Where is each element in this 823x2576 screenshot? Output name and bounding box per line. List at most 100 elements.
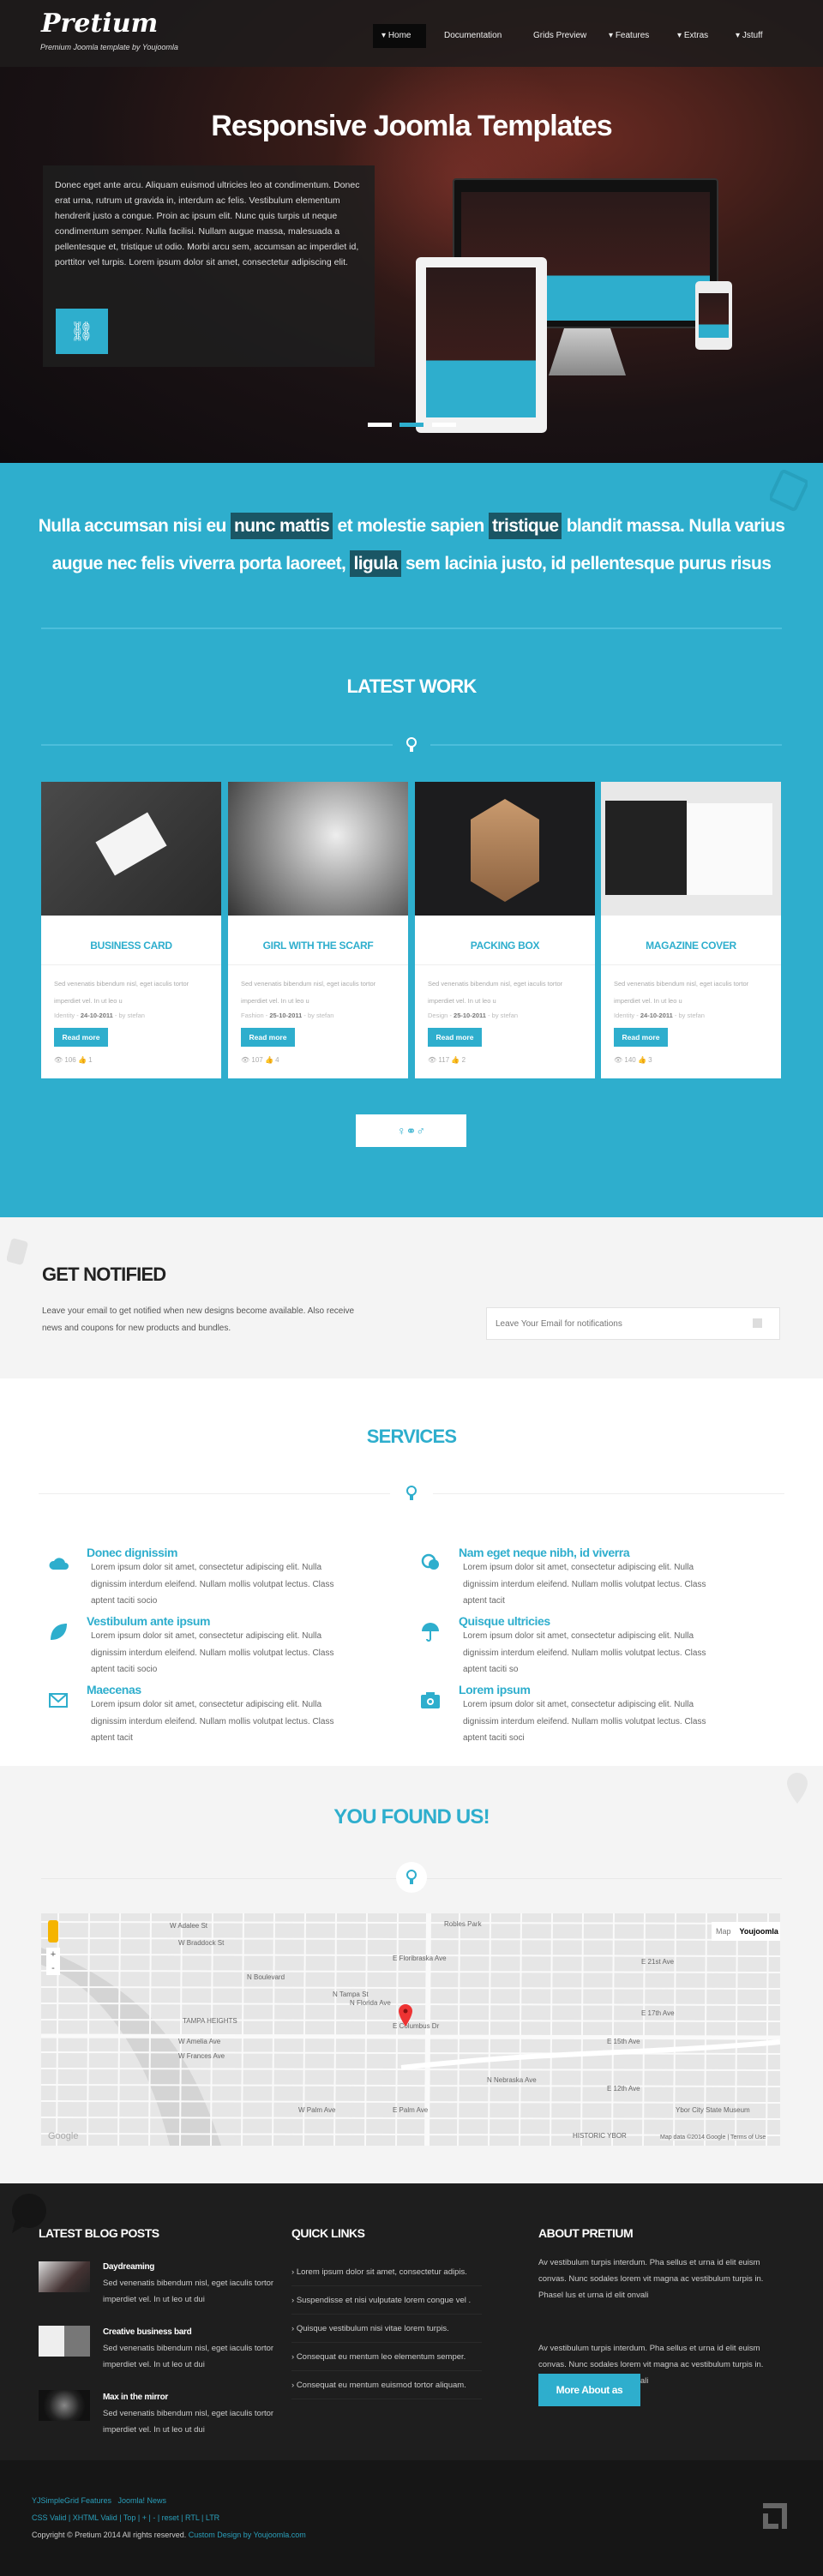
blog-post-title[interactable]: Daydreaming — [103, 2262, 154, 2272]
terms-link[interactable]: Terms of Use — [730, 2135, 766, 2141]
map-attribution: Map data ©2014 Google | Terms of Use — [660, 2135, 766, 2141]
street — [488, 1913, 491, 2146]
slide-dot-2-active[interactable] — [399, 423, 424, 427]
work-card: MAGAZINE COVER Sed venenatis bibendum ni… — [601, 782, 781, 1078]
work-meta: Identity - 24-10-2011 - by stefan — [54, 1012, 145, 1019]
category[interactable]: Identity — [614, 1012, 634, 1019]
blog-post-title[interactable]: Max in the mirror — [103, 2393, 168, 2402]
street — [87, 1913, 90, 2146]
site-header: Pretium Premium Joomla template by Youjo… — [0, 0, 823, 67]
credit-link[interactable]: Custom Design by Youjoomla.com — [189, 2531, 306, 2539]
quick-link-label: Consequat eu mentum euismod tortor aliqu… — [296, 2381, 466, 2390]
blog-thumbnail[interactable] — [39, 2261, 90, 2292]
quick-link[interactable]: › Lorem ipsum dolor sit amet, consectetu… — [291, 2258, 482, 2286]
nav-extras[interactable]: ▾ Extras — [669, 24, 717, 48]
hero-title: Responsive Joomla Templates — [211, 110, 612, 142]
work-meta: Design - 25-10-2011 - by stefan — [428, 1012, 519, 1019]
blog-post-title[interactable]: Creative business bard — [103, 2327, 192, 2337]
map-type-map[interactable]: Map — [712, 1922, 736, 1941]
category[interactable]: Identity — [54, 1012, 75, 1019]
bottom-links[interactable]: YJSimpleGrid Features Joomla! News — [32, 2496, 166, 2505]
work-title[interactable]: BUSINESS CARD — [41, 940, 221, 952]
street — [766, 1913, 769, 2146]
quick-link[interactable]: › Consequat eu mentum euismod tortor ali… — [291, 2371, 482, 2399]
map-label: N Florida Ave — [350, 1999, 391, 2007]
work-image[interactable] — [228, 782, 408, 916]
read-more-button[interactable]: Read more — [54, 1028, 108, 1047]
street — [210, 1913, 213, 2146]
map-label: W Adalee St — [170, 1922, 208, 1930]
nav-label: Features — [615, 31, 650, 40]
nav-jstuff[interactable]: ▾ Jstuff — [727, 24, 772, 48]
nav-features[interactable]: ▾ Features — [600, 24, 658, 48]
intro-part: Nulla accumsan nisi eu — [38, 516, 231, 536]
quick-link[interactable]: › Quisque vestibulum nisi vitae lorem tu… — [291, 2315, 482, 2343]
logo[interactable]: Pretium — [41, 9, 158, 39]
work-title[interactable]: PACKING BOX — [415, 940, 595, 952]
hero-link-button[interactable]: ⛓ — [56, 309, 108, 354]
service-text: Lorem ipsum dolor sit amet, consectetur … — [463, 1700, 706, 1743]
street — [457, 1913, 460, 2146]
read-more-button[interactable]: Read more — [614, 1028, 668, 1047]
section-title: YOU FOUND US! — [333, 1805, 490, 1828]
hero-text: Donec eget ante arcu. Aliquam euismod ul… — [55, 180, 360, 267]
work-text: Sed venenatis bibendum nisl, eget iaculi… — [54, 980, 189, 1005]
pegman-icon[interactable] — [48, 1920, 58, 1943]
copyright-text: Copyright © Pretium 2014 All rights rese… — [32, 2531, 189, 2539]
author: by stefan — [118, 1012, 145, 1019]
service-text: Lorem ipsum dolor sit amet, consectetur … — [91, 1700, 334, 1743]
read-more-button[interactable]: Read more — [428, 1028, 482, 1047]
work-image[interactable] — [415, 782, 595, 916]
validation-links[interactable]: CSS Valid | XHTML Valid | Top | + | - | … — [32, 2513, 219, 2522]
about-text: Av vestibulum turpis interdum. Pha sellu… — [538, 2258, 764, 2300]
blog-thumbnail[interactable] — [39, 2390, 90, 2421]
quick-link[interactable]: › Consequat eu mentum leo elementum semp… — [291, 2343, 482, 2371]
read-more-button[interactable]: Read more — [241, 1028, 295, 1047]
envelope-icon[interactable] — [753, 1318, 762, 1328]
email-input[interactable] — [486, 1307, 780, 1340]
work-title[interactable]: GIRL WITH THE SCARF — [228, 940, 408, 952]
work-image[interactable] — [41, 782, 221, 916]
zoom-out-button[interactable]: - — [46, 1961, 60, 1975]
slide-dot-3[interactable] — [432, 423, 456, 427]
thumbs-up-icon[interactable]: 👍 — [451, 1056, 461, 1064]
map-type-youjoomla[interactable]: Youjoomla — [736, 1922, 780, 1941]
thumbs-up-icon[interactable]: 👍 — [265, 1056, 275, 1064]
chevron-down-icon: ▾ — [736, 31, 742, 40]
street — [580, 1913, 584, 2146]
zoom-in-button[interactable]: + — [46, 1948, 60, 1961]
divider — [433, 1493, 784, 1494]
thumbs-up-icon[interactable]: 👍 — [638, 1056, 648, 1064]
date: 24-10-2011 — [640, 1012, 673, 1019]
street — [611, 1913, 615, 2146]
more-about-button[interactable]: More About as — [538, 2374, 640, 2406]
hero-slider: Pretium Premium Joomla template by Youjo… — [0, 0, 823, 463]
more-work-button[interactable]: ♀⚭♂ — [356, 1114, 466, 1147]
street — [550, 1913, 553, 2146]
map-label: N Nebraska Ave — [487, 2076, 537, 2084]
eye-icon: 👁 — [614, 1056, 625, 1064]
work-title[interactable]: MAGAZINE COVER — [601, 940, 781, 952]
map-label: TAMPA HEIGHTS — [183, 2017, 237, 2025]
quick-link[interactable]: › Suspendisse et nisi vulputate lorem co… — [291, 2286, 482, 2315]
category[interactable]: Fashion — [241, 1012, 264, 1019]
divider — [39, 1493, 390, 1494]
map-label: W Braddock St — [178, 1939, 225, 1947]
blog-thumbnail[interactable] — [39, 2326, 90, 2357]
thumbs-up-icon[interactable]: 👍 — [78, 1056, 88, 1064]
quick-link-label: Consequat eu mentum leo elementum semper… — [296, 2352, 466, 2362]
views-count: 117 — [438, 1056, 450, 1064]
nav-documentation[interactable]: Documentation — [436, 24, 510, 48]
work-image[interactable] — [601, 782, 781, 916]
category[interactable]: Design — [428, 1012, 448, 1019]
google-map[interactable]: E 15th Ave W Braddock St W Adalee St Robles… — [41, 1913, 780, 2146]
latest-work-section: Nulla accumsan nisi eu nunc mattis et mo… — [0, 463, 823, 1217]
nav-home[interactable]: ▾ Home — [373, 24, 426, 48]
service-title: Maecenas — [87, 1683, 141, 1696]
nav-label: Jstuff — [742, 31, 763, 40]
nav-grids-preview[interactable]: Grids Preview — [525, 24, 595, 48]
map-marker-icon[interactable] — [399, 2004, 412, 2027]
slide-dot-1[interactable] — [368, 423, 392, 427]
street — [41, 1937, 780, 1941]
divider — [41, 627, 782, 629]
